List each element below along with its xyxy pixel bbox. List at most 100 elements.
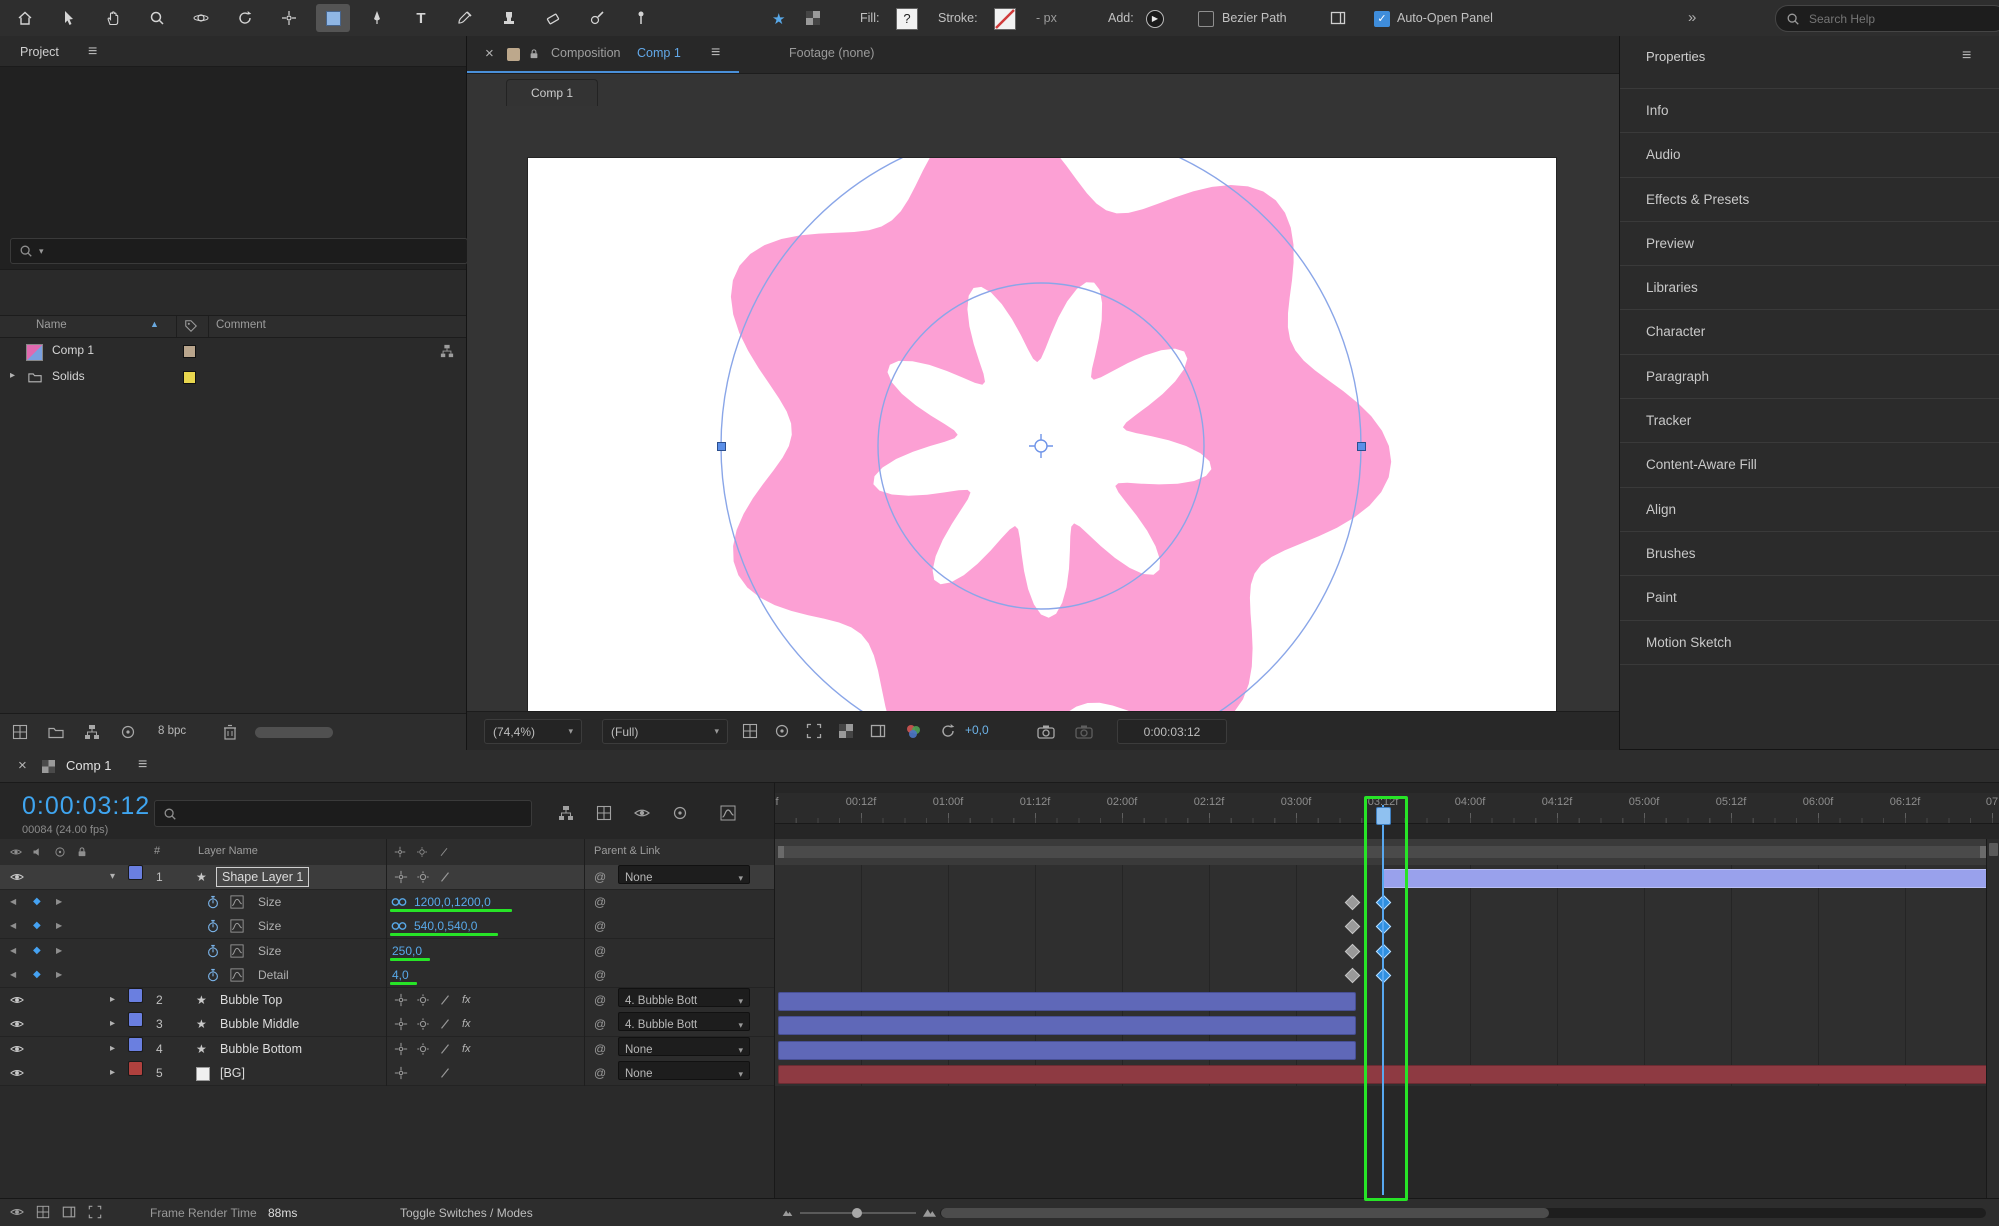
anchor-switch-icon[interactable] (394, 1017, 408, 1031)
help-search-input[interactable] (1807, 11, 1961, 27)
label-color-chip[interactable] (128, 988, 143, 1003)
pickwhip-icon[interactable]: @ (594, 865, 606, 889)
effects-badge-icon[interactable]: fx (462, 1012, 471, 1036)
properties-panel-title[interactable]: Properties (1646, 49, 1705, 64)
eraser-tool[interactable] (536, 4, 570, 32)
bit-depth-button[interactable]: 8 bpc (158, 725, 186, 737)
parent-dropdown[interactable]: None▾ (618, 1061, 750, 1080)
anchor-point-icon[interactable] (1029, 434, 1053, 458)
properties-item[interactable]: Brushes (1620, 532, 1999, 576)
stopwatch-icon[interactable] (206, 895, 220, 909)
bezier-path-checkbox[interactable] (1198, 11, 1214, 27)
puppet-pin-tool[interactable] (624, 4, 658, 32)
type-tool[interactable]: T (404, 4, 438, 32)
expand-chevron-icon[interactable]: ▸ (110, 988, 115, 1012)
property-row-size-3[interactable]: ◀ ◆ ▶ Size 250,0 @ (0, 939, 774, 964)
pickwhip-icon[interactable]: @ (594, 1037, 606, 1061)
project-row-comp[interactable]: Comp 1 (0, 339, 466, 364)
composition-tab-label[interactable]: Composition (551, 46, 620, 60)
property-name[interactable]: Size (258, 890, 281, 914)
layer-row-shape-layer-1[interactable]: ▾ 1 ★ Shape Layer 1 @ None▾ (0, 865, 774, 890)
auto-open-panel-checkbox[interactable]: ✓ (1374, 11, 1390, 27)
pickwhip-icon[interactable]: @ (594, 1061, 606, 1085)
number-column-header[interactable]: # (154, 845, 160, 857)
next-keyframe-button[interactable]: ▶ (56, 890, 62, 914)
properties-item[interactable]: Content-Aware Fill (1620, 443, 1999, 487)
expand-inout-panes-icon[interactable] (88, 1205, 102, 1219)
layer-bar-bubble-middle[interactable] (778, 1016, 1356, 1035)
expand-chevron-icon[interactable]: ▸ (110, 1061, 115, 1085)
next-keyframe-button[interactable]: ▶ (56, 939, 62, 963)
next-keyframe-button[interactable]: ▶ (56, 963, 62, 987)
orbit-camera-tool[interactable] (184, 4, 218, 32)
parent-link-column-header[interactable]: Parent & Link (594, 845, 660, 857)
graph-icon[interactable] (230, 968, 244, 982)
zoom-in-mountain-icon[interactable] (922, 1206, 937, 1218)
current-timecode[interactable]: 0:00:03:12 (22, 792, 150, 821)
parent-dropdown[interactable]: 4. Bubble Bott▾ (618, 1012, 750, 1031)
layer-bar-bubble-top[interactable] (778, 992, 1356, 1011)
snapshot-icon[interactable] (1037, 723, 1055, 741)
zoom-out-mountain-icon[interactable] (782, 1208, 793, 1217)
eye-icon[interactable] (10, 1017, 24, 1031)
prev-keyframe-button[interactable]: ◀ (10, 890, 16, 914)
pickwhip-icon[interactable]: @ (594, 939, 606, 963)
stroke-color-swatch[interactable] (994, 8, 1016, 30)
link-dimensions-icon[interactable] (390, 921, 408, 931)
layer-bar-shape-layer-1[interactable] (1383, 869, 1988, 888)
roto-brush-tool[interactable] (580, 4, 614, 32)
region-of-interest-icon[interactable] (806, 723, 822, 739)
column-divider[interactable] (386, 839, 387, 1086)
show-channels-icon[interactable] (905, 723, 921, 739)
mask-checker-icon[interactable] (806, 11, 820, 25)
mask-visibility-icon[interactable] (774, 723, 790, 739)
home-icon[interactable] (8, 4, 42, 32)
right-handle[interactable] (1358, 443, 1366, 451)
layer-name-column-header[interactable]: Layer Name (198, 845, 258, 857)
collapse-chevron-icon[interactable]: ▾ (110, 865, 115, 889)
eye-icon[interactable] (10, 993, 24, 1007)
pink-blob-shape[interactable] (731, 158, 1391, 736)
footer-scrollbar[interactable] (255, 727, 333, 738)
expand-chevron-icon[interactable]: ▸ (10, 370, 15, 381)
close-icon[interactable]: × (485, 46, 494, 61)
resolution-dropdown[interactable]: (Full)▾ (602, 719, 728, 744)
new-composition-icon[interactable] (84, 724, 100, 740)
stopwatch-icon[interactable] (206, 919, 220, 933)
project-settings-icon[interactable] (120, 724, 136, 740)
layer-name[interactable]: Bubble Middle (220, 1012, 299, 1036)
render-order-icon[interactable] (440, 344, 454, 358)
eye-icon[interactable] (10, 1066, 24, 1080)
quality-switch-icon[interactable] (416, 993, 430, 1007)
project-row-solids[interactable]: ▸ Solids (0, 365, 466, 390)
pickwhip-icon[interactable]: @ (594, 988, 606, 1012)
frame-blend-switch-icon[interactable] (438, 1017, 452, 1031)
panel-divider[interactable] (774, 782, 775, 1198)
properties-item[interactable]: Preview (1620, 222, 1999, 266)
label-color-chip[interactable] (128, 865, 143, 880)
delete-icon[interactable] (222, 724, 238, 740)
effects-badge-icon[interactable]: fx (462, 1037, 471, 1061)
clone-stamp-tool[interactable] (492, 4, 526, 32)
property-name[interactable]: Size (258, 914, 281, 938)
layer-name[interactable]: [BG] (220, 1061, 245, 1085)
label-color-chip[interactable] (128, 1012, 143, 1027)
properties-item[interactable]: Paragraph (1620, 355, 1999, 399)
layer-name[interactable]: Bubble Bottom (220, 1037, 302, 1061)
exposure-value[interactable]: +0,0 (965, 723, 989, 737)
stopwatch-icon[interactable] (206, 968, 220, 982)
shape-star-icon[interactable]: ★ (772, 10, 785, 28)
properties-item[interactable]: Tracker (1620, 399, 1999, 443)
anchor-switch-icon[interactable] (394, 870, 408, 884)
parent-dropdown[interactable]: 4. Bubble Bott▾ (618, 988, 750, 1007)
fill-color-swatch[interactable]: ? (896, 8, 918, 30)
expand-chevron-icon[interactable]: ▸ (110, 1037, 115, 1061)
quality-switch-icon[interactable] (416, 1017, 430, 1031)
close-icon[interactable]: × (18, 758, 27, 773)
keyframe-toggle-icon[interactable]: ◆ (33, 890, 41, 914)
properties-panel-menu-icon[interactable]: ≡ (1962, 48, 1971, 64)
av-features-pane-icon[interactable] (10, 1205, 24, 1219)
properties-item[interactable]: Libraries (1620, 266, 1999, 310)
project-item-name[interactable]: Comp 1 (52, 343, 94, 357)
add-property-icon[interactable]: ▶ (1146, 10, 1164, 28)
